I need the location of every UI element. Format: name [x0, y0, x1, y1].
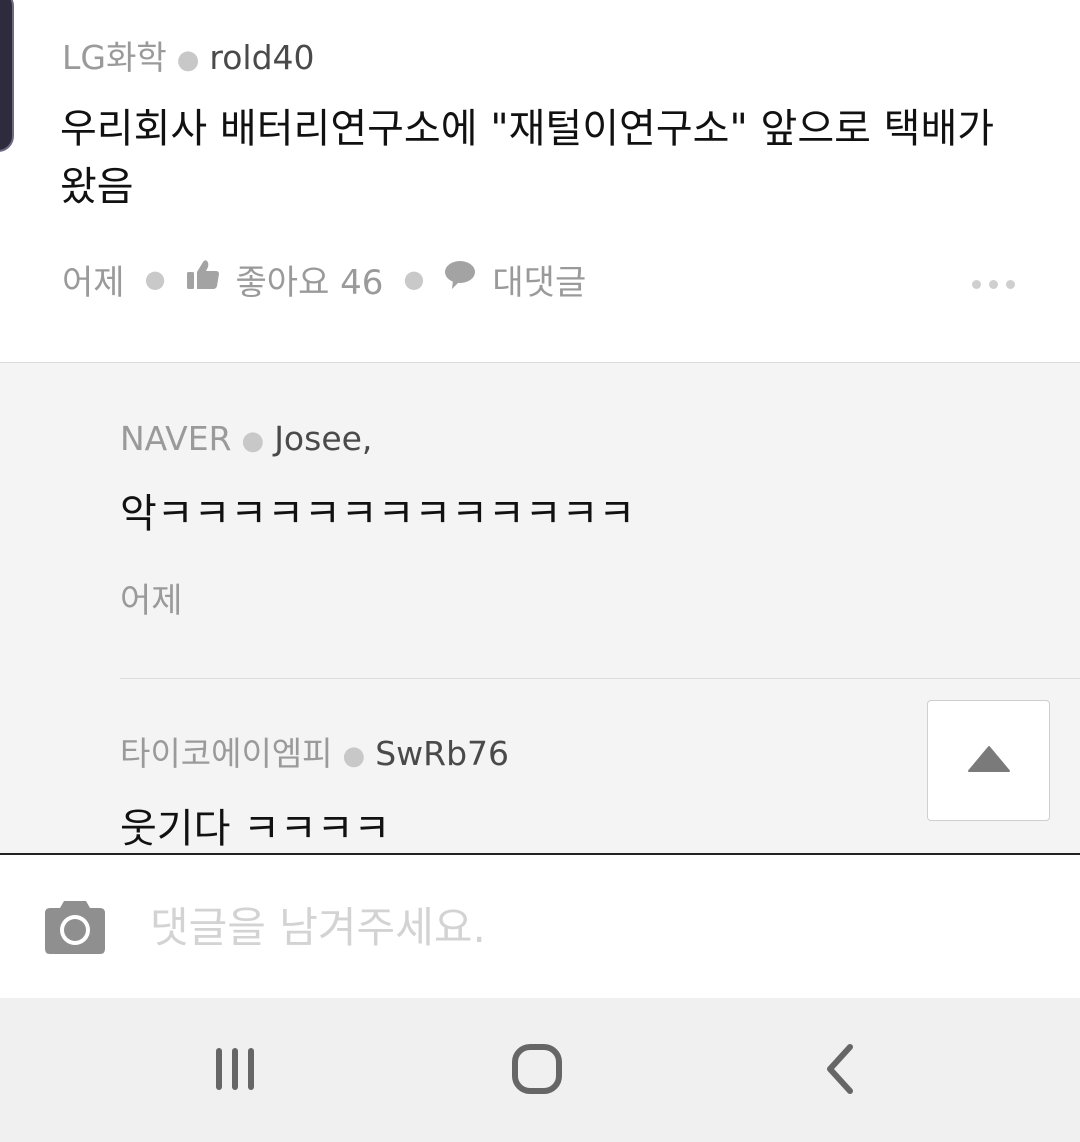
- comment-input[interactable]: [150, 897, 1030, 957]
- scroll-to-top-button[interactable]: [927, 700, 1050, 821]
- nickname[interactable]: SwRb76: [375, 734, 509, 773]
- reply-time: 어제: [120, 580, 183, 621]
- recent-apps-button[interactable]: [200, 1040, 270, 1102]
- camera-icon[interactable]: [44, 897, 106, 959]
- company-name: NAVER: [120, 419, 232, 458]
- like-count: 좋아요 46: [235, 262, 384, 303]
- speech-bubble-icon: [444, 259, 476, 299]
- action-separator: ●: [403, 265, 425, 293]
- system-nav-bar: [0, 998, 1080, 1142]
- reply-list: NAVER ● Josee, 악ㅋㅋㅋㅋㅋㅋㅋㅋㅋㅋㅋㅋㅋ 어제 타이코에이엠피 ● S…: [0, 362, 1080, 853]
- back-button[interactable]: [805, 1040, 875, 1102]
- divider: [120, 678, 1080, 679]
- like-button[interactable]: 좋아요 46: [186, 255, 384, 304]
- reply-meta: NAVER ● Josee,: [120, 417, 1080, 463]
- nickname[interactable]: rold40: [209, 38, 314, 77]
- meta-separator: ●: [342, 740, 366, 771]
- home-icon: [511, 1044, 563, 1098]
- comment-composer: [0, 853, 1080, 998]
- company-name: LG화학: [62, 38, 167, 77]
- reply-button[interactable]: 대댓글: [444, 255, 586, 304]
- back-chevron-icon: [822, 1043, 858, 1099]
- home-button[interactable]: [502, 1040, 572, 1102]
- thumbs-up-icon: [186, 259, 220, 300]
- meta-separator: ●: [176, 44, 200, 75]
- comment-meta: LG화학 ● rold40: [62, 36, 315, 82]
- nickname[interactable]: Josee,: [274, 419, 372, 458]
- comment-text: 우리회사 배터리연구소에 "재털이연구소" 앞으로 택배가 왔음: [60, 106, 995, 210]
- comment-time: 어제: [62, 262, 125, 303]
- action-separator: ●: [144, 265, 166, 293]
- avatar[interactable]: [0, 0, 14, 152]
- reply-item: NAVER ● Josee, 악ㅋㅋㅋㅋㅋㅋㅋㅋㅋㅋㅋㅋㅋ 어제: [120, 417, 1080, 622]
- triangle-up-icon: [967, 745, 1011, 777]
- comment-actions: 어제 ● 좋아요 46 ● 대댓글: [62, 254, 586, 304]
- more-dots-icon[interactable]: [972, 280, 1015, 289]
- comment-post: LG화학 ● rold40 우리회사 배터리연구소에 "재털이연구소" 앞으로 택배…: [0, 0, 1080, 362]
- meta-separator: ●: [241, 425, 265, 456]
- reply-label: 대댓글: [492, 262, 587, 303]
- recent-apps-icon: [212, 1046, 258, 1096]
- company-name: 타이코에이엠피: [120, 734, 333, 773]
- reply-text: 악ㅋㅋㅋㅋㅋㅋㅋㅋㅋㅋㅋㅋㅋ: [120, 490, 636, 537]
